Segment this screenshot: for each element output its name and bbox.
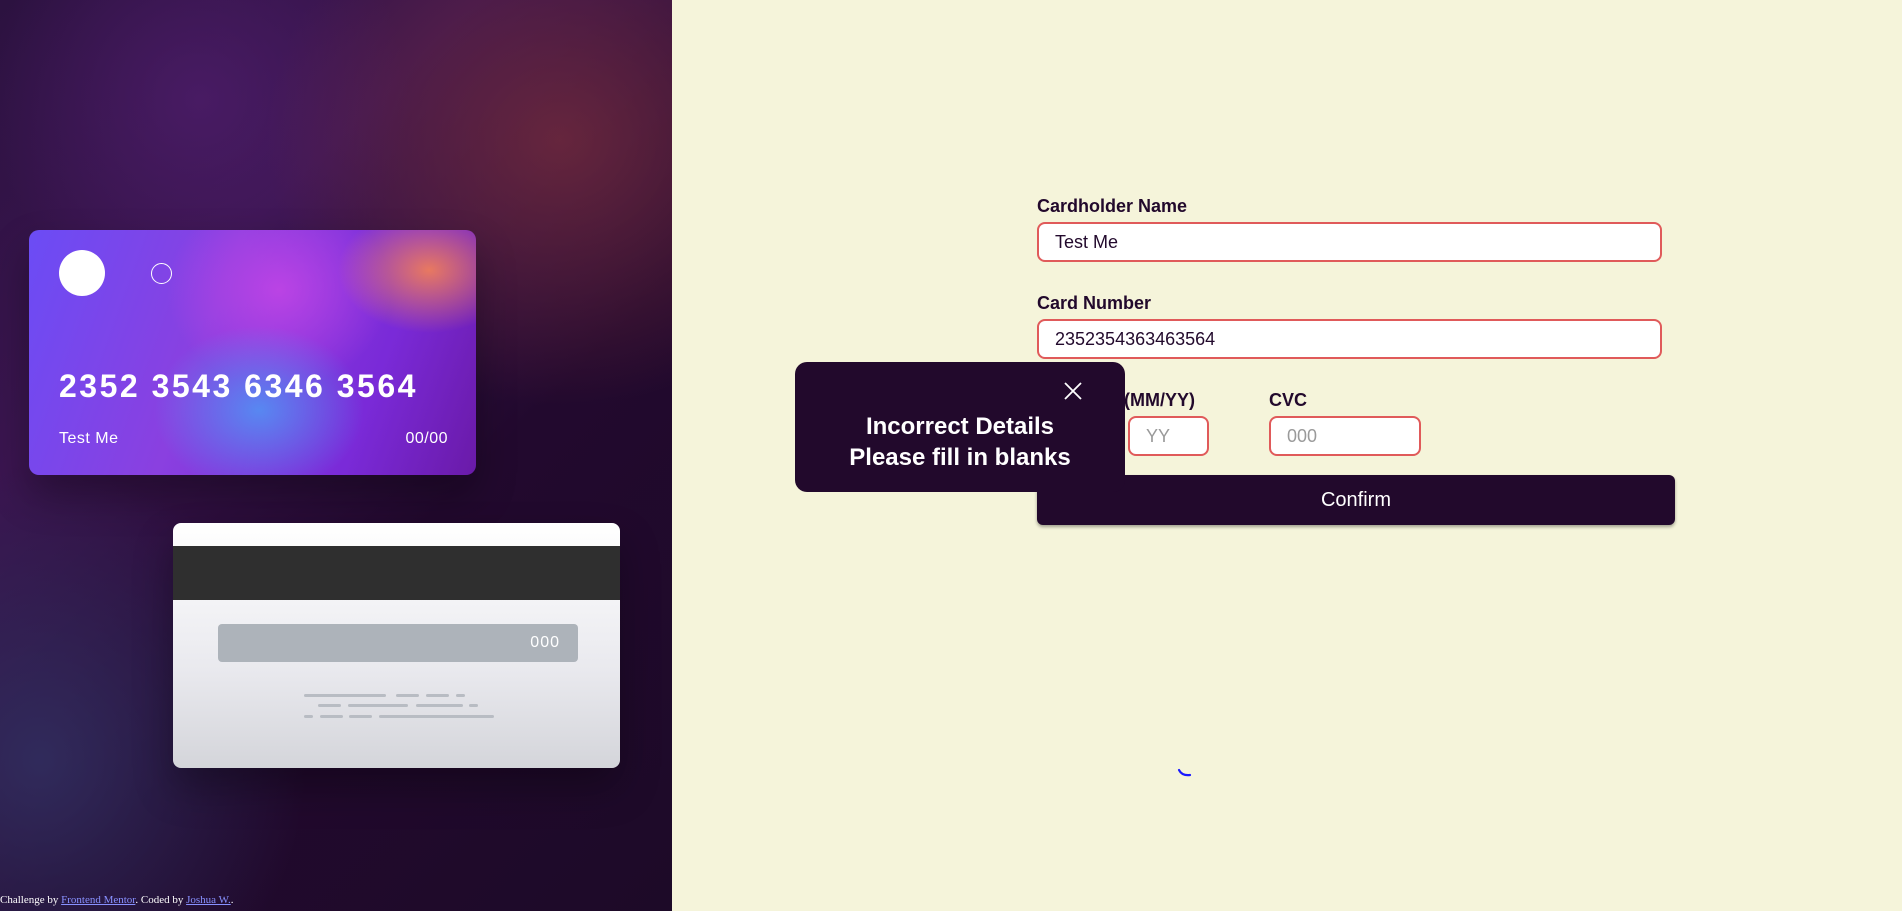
attribution-prefix: Challenge by xyxy=(0,894,62,906)
expiry-year-input[interactable] xyxy=(1128,416,1209,456)
card-number-input[interactable] xyxy=(1037,319,1662,359)
card-logo-circle-small xyxy=(151,263,172,284)
card-back: 000 xyxy=(173,523,620,768)
card-magnetic-stripe xyxy=(173,546,620,600)
spinner-icon xyxy=(1177,768,1192,777)
author-link[interactable]: Joshua W. xyxy=(186,894,231,906)
card-logo-circle-large xyxy=(59,250,105,296)
card-display-panel: 2352 3543 6346 3564 Test Me 00/00 000 Ch… xyxy=(0,0,672,911)
card-front-expiry: 00/00 xyxy=(405,430,448,447)
attribution-middle: . Coded by xyxy=(135,894,187,906)
card-front-number: 2352 3543 6346 3564 xyxy=(59,368,418,404)
close-icon[interactable] xyxy=(1064,382,1082,400)
cardholder-name-input[interactable] xyxy=(1037,222,1662,262)
card-back-cvc: 000 xyxy=(218,624,578,662)
cvc-label: CVC xyxy=(1269,390,1308,410)
attribution: Challenge by Frontend Mentor. Coded by J… xyxy=(0,894,233,906)
card-front-name: Test Me xyxy=(59,430,119,447)
error-message-line-2: Please fill in blanks xyxy=(849,444,1071,471)
frontend-mentor-link[interactable]: Frontend Mentor xyxy=(61,894,135,906)
cvc-input[interactable] xyxy=(1269,416,1421,456)
attribution-suffix: . xyxy=(230,894,234,906)
error-message-line-1: Incorrect Details xyxy=(865,413,1055,440)
error-message: Incorrect Details Please fill in blanks xyxy=(795,411,1125,473)
card-front: 2352 3543 6346 3564 Test Me 00/00 xyxy=(29,230,476,475)
error-popup: Incorrect Details Please fill in blanks xyxy=(795,362,1125,492)
cardholder-name-label: Cardholder Name xyxy=(1037,196,1188,216)
card-number-label: Card Number xyxy=(1037,293,1152,313)
confirm-button[interactable]: Confirm xyxy=(1037,475,1675,525)
